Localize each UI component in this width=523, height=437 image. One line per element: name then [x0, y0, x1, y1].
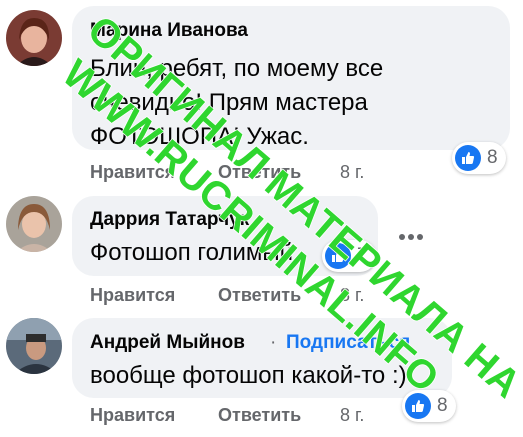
comment-text-line: очевидно! Прям мастера [90, 89, 368, 116]
comment-text-line: ФОТОШОПА! Ужас. [90, 123, 309, 150]
reaction-badge[interactable]: 8 [402, 390, 456, 422]
like-button[interactable]: Нравится [90, 162, 175, 183]
avatar[interactable] [6, 318, 62, 374]
reaction-count: 8 [487, 147, 498, 168]
reply-button[interactable]: Ответить [218, 162, 301, 183]
comment-author[interactable]: Андрей Мыйнов [90, 332, 245, 354]
like-button[interactable]: Нравится [90, 285, 175, 306]
avatar[interactable] [6, 10, 62, 66]
comment-timestamp[interactable]: 8 г. [340, 162, 364, 183]
reaction-badge[interactable]: 7 [322, 240, 376, 272]
reply-button[interactable]: Ответить [218, 405, 301, 426]
comment-author[interactable]: Даррия Татарчук [90, 209, 249, 231]
like-icon [455, 145, 481, 171]
avatar[interactable] [6, 196, 62, 252]
reaction-badge[interactable]: 8 [452, 142, 506, 174]
comment-timestamp[interactable]: 8 г. [340, 405, 364, 426]
comment-timestamp[interactable]: 8 г. [340, 285, 364, 306]
comment-author[interactable]: Марина Иванова [90, 20, 248, 42]
reaction-count: 7 [357, 245, 368, 266]
comment-text-line: вообще фотошоп какой-то :) [90, 362, 407, 389]
like-button[interactable]: Нравится [90, 405, 175, 426]
comment-text-line: Фотошоп голимый [90, 239, 294, 266]
more-options-icon[interactable] [398, 230, 424, 244]
like-icon [325, 243, 351, 269]
reaction-count: 8 [437, 395, 448, 416]
like-icon [405, 393, 431, 419]
reply-button[interactable]: Ответить [218, 285, 301, 306]
comment-text-line: Блин, ребят, по моему все [90, 55, 384, 82]
follow-button[interactable]: Подписаться [286, 332, 410, 354]
separator-dot: · [270, 332, 277, 353]
